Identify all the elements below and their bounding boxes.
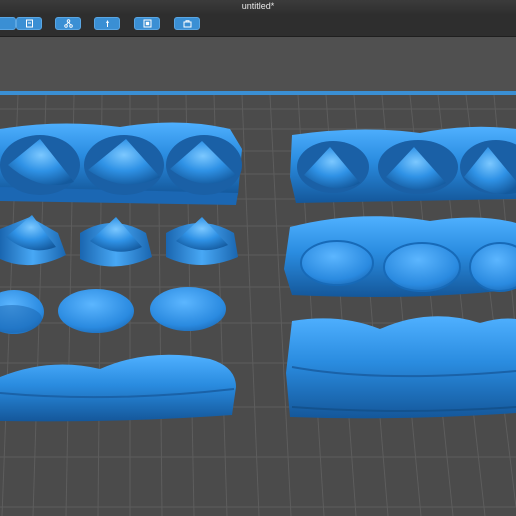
frame-icon [143,19,152,28]
document-icon [26,19,33,28]
network-icon [64,19,73,28]
build-plate-scene[interactable] [0,37,516,516]
tool-button[interactable] [0,17,16,30]
plate-edge [0,91,516,95]
lens-disc-right[interactable] [150,287,226,331]
gauge-pod-top-right[interactable] [290,126,516,203]
gauge-pod-top-left[interactable] [0,122,242,205]
window-title: untitled* [241,1,275,11]
window-titlebar: untitled* [0,0,516,15]
3d-viewport[interactable] [0,37,516,516]
pod-base-bottom-right[interactable] [286,316,516,419]
toolbox-icon [183,20,192,28]
toolbox-button[interactable] [174,17,200,30]
lens-disc-middle[interactable] [58,289,134,333]
frame-button[interactable] [134,17,160,30]
support-icon [106,20,109,27]
network-button[interactable] [55,17,81,30]
plate-back-area [0,37,516,91]
toolbar [0,14,516,37]
support-button[interactable] [94,17,120,30]
gauge-pod-middle-right[interactable] [284,216,516,297]
document-button[interactable] [16,17,42,30]
